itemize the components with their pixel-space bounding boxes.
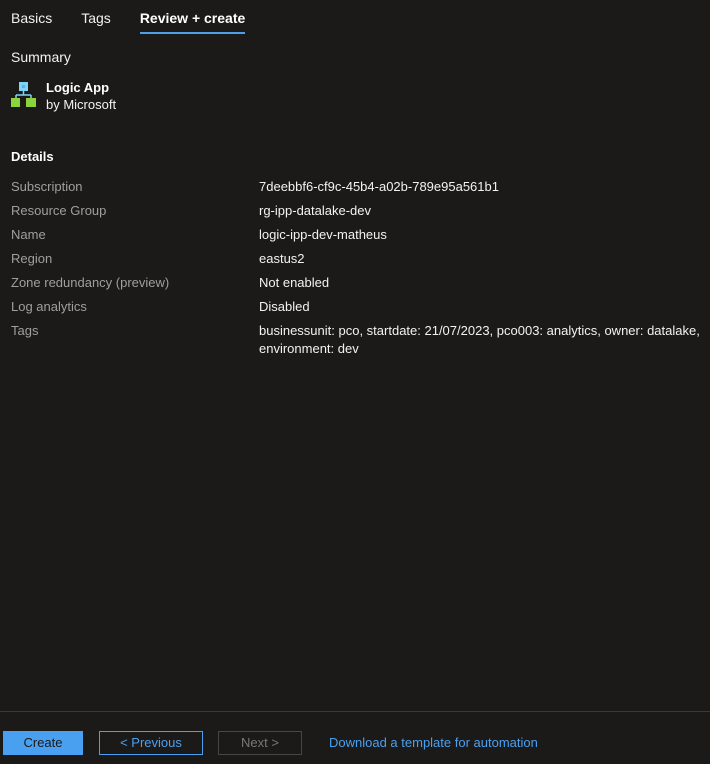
detail-row-subscription: Subscription 7deebbf6-cf9c-45b4-a02b-789… bbox=[11, 178, 701, 202]
details-list: Subscription 7deebbf6-cf9c-45b4-a02b-789… bbox=[11, 178, 701, 358]
product-vendor: by Microsoft bbox=[46, 97, 117, 112]
detail-row-zone-redundancy: Zone redundancy (preview) Not enabled bbox=[11, 274, 701, 298]
previous-button[interactable]: < Previous bbox=[99, 731, 203, 755]
detail-key: Log analytics bbox=[11, 299, 87, 314]
tab-tags[interactable]: Tags bbox=[81, 0, 111, 36]
detail-key: Name bbox=[11, 227, 46, 242]
create-button[interactable]: Create bbox=[3, 731, 83, 755]
tab-bar: Basics Tags Review + create bbox=[11, 0, 274, 36]
detail-key: Region bbox=[11, 251, 53, 266]
detail-value: Disabled bbox=[259, 299, 310, 314]
detail-row-log-analytics: Log analytics Disabled bbox=[11, 298, 701, 322]
tab-review-create[interactable]: Review + create bbox=[139, 0, 246, 36]
download-template-link[interactable]: Download a template for automation bbox=[329, 735, 538, 751]
detail-key: Tags bbox=[11, 323, 39, 338]
product-name: Logic App bbox=[46, 80, 110, 95]
detail-value: businessunit: pco, startdate: 21/07/2023… bbox=[259, 323, 700, 356]
detail-value: Not enabled bbox=[259, 275, 330, 290]
logic-app-icon bbox=[11, 80, 37, 110]
details-heading: Details bbox=[11, 149, 54, 164]
next-button[interactable]: Next > bbox=[218, 731, 302, 755]
detail-row-name: Name logic-ipp-dev-matheus bbox=[11, 226, 701, 250]
detail-value: 7deebbf6-cf9c-45b4-a02b-789e95a561b1 bbox=[259, 179, 499, 194]
review-create-page: Basics Tags Review + create Summary Logi… bbox=[0, 0, 710, 764]
detail-key: Resource Group bbox=[11, 203, 107, 218]
detail-row-tags: Tags businessunit: pco, startdate: 21/07… bbox=[11, 322, 701, 358]
detail-value: logic-ipp-dev-matheus bbox=[259, 227, 387, 242]
detail-value: eastus2 bbox=[259, 251, 305, 266]
detail-key: Subscription bbox=[11, 179, 83, 194]
detail-row-region: Region eastus2 bbox=[11, 250, 701, 274]
product-summary: Logic App by Microsoft bbox=[11, 80, 116, 114]
detail-key: Zone redundancy (preview) bbox=[11, 275, 170, 290]
summary-heading: Summary bbox=[11, 49, 71, 65]
detail-row-resource-group: Resource Group rg-ipp-datalake-dev bbox=[11, 202, 701, 226]
detail-value: rg-ipp-datalake-dev bbox=[259, 203, 372, 218]
footer-divider bbox=[0, 711, 710, 712]
tab-basics[interactable]: Basics bbox=[11, 0, 52, 36]
